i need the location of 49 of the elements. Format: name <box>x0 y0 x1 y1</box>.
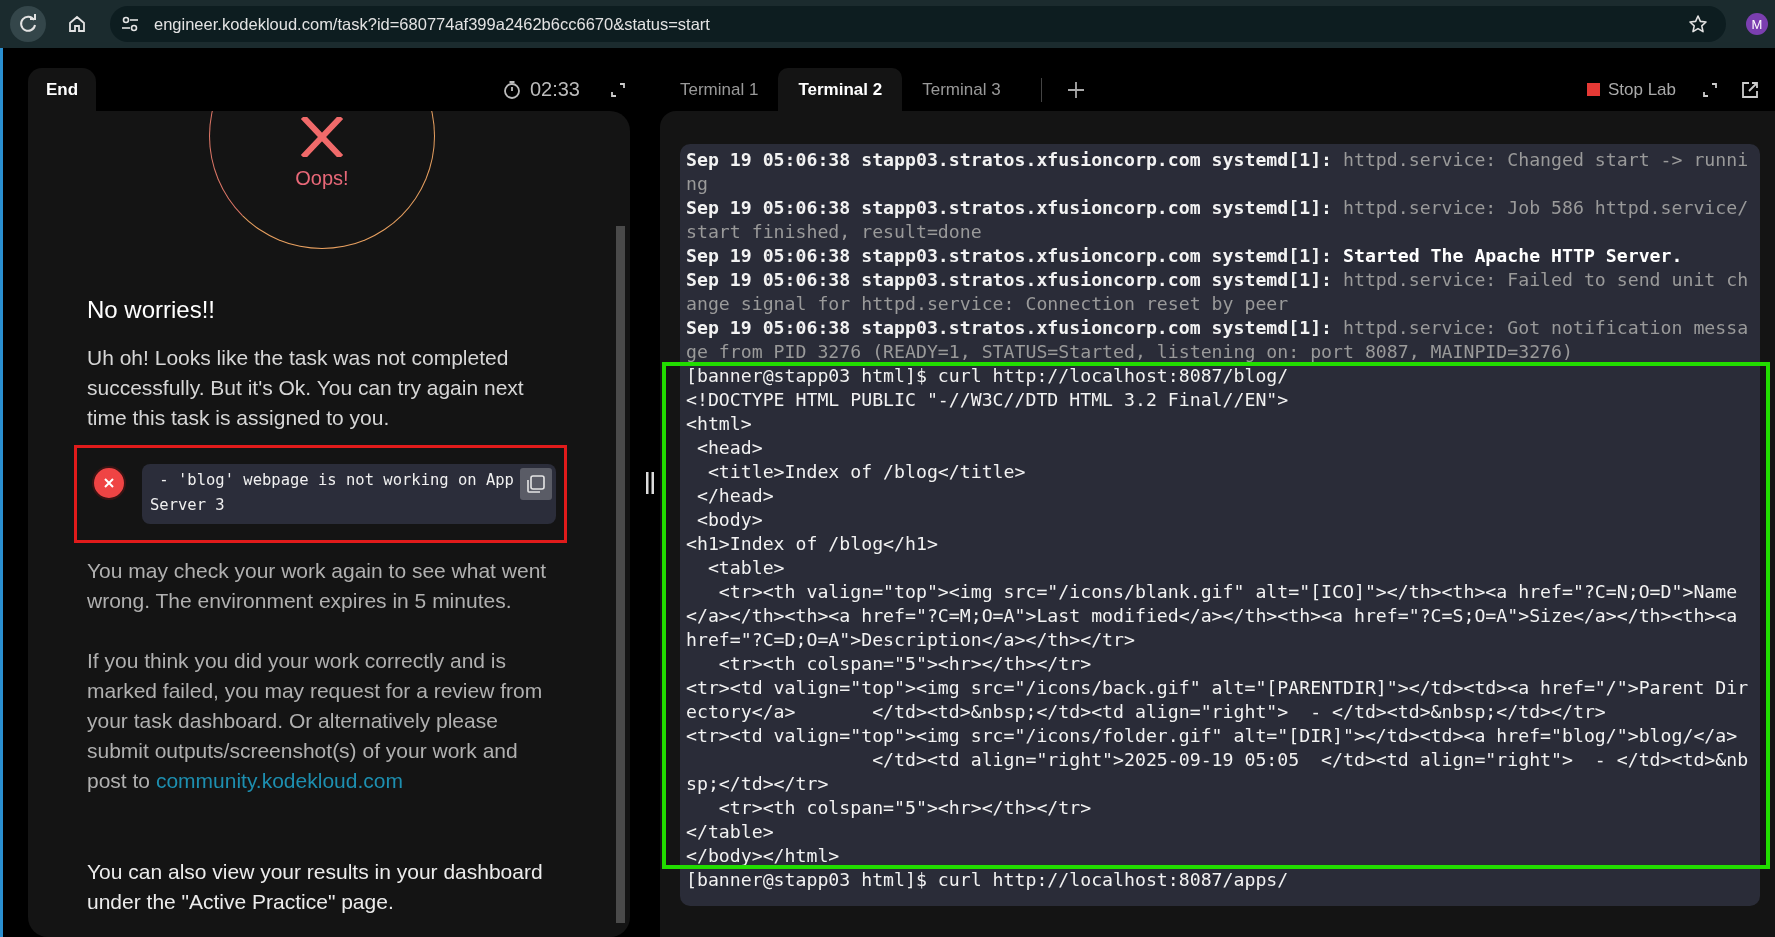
prompt-line: [banner@stapp03 html]$ curl http://localhost:8087/apps/ <box>686 868 1290 892</box>
output-line: <html> <box>686 412 753 436</box>
dashboard-note: You can also view your results in your dashboard under the "Active Practice" page. <box>87 859 544 915</box>
copy-icon[interactable] <box>520 468 552 500</box>
add-icon[interactable] <box>1066 80 1085 99</box>
log-line: Sep 19 05:06:38 stapp03.stratos.xfusioncorp.com systemd[1]: httpd.service: Got notification message from PID 3276 (READY=1, STATUS=Started, listening on: port 8087, MAINPID=3276) <box>686 316 1750 364</box>
stop-lab-button[interactable]: Stop Lab <box>1586 79 1676 100</box>
result-label: Oops! <box>295 167 349 190</box>
star-icon[interactable] <box>1688 14 1708 34</box>
output-line: [banner@stapp03 html]$ curl http://localhost:8087/blog/ <box>686 364 1290 388</box>
terminal-tab[interactable]: Terminal 3 <box>902 68 1021 111</box>
home-icon[interactable] <box>67 14 87 34</box>
log-line: Sep 19 05:06:38 stapp03.stratos.xfusioncorp.com systemd[1]: Started The Apache HTTP Server. <box>686 244 1684 268</box>
scrollbar-thumb[interactable] <box>616 226 625 923</box>
output-line: <tr><th colspan="5"><hr></th></tr> <box>717 796 1093 820</box>
review-note: If you think you did your work correctly and is marked failed, you may request for a review from your task dashboard. Or alternatively please submit outputs/screenshot(s) of your work and post to community.kodekloud.com <box>87 648 544 794</box>
external-link-icon[interactable] <box>1740 79 1760 100</box>
timer: 02:33 <box>529 78 580 101</box>
terminal-tab[interactable]: Terminal 2 <box>778 68 903 111</box>
output-line: <tr><td valign="top"><img src="/icons/back.gif" alt="[PARENTDIR]"></td><td><a href="/">Parent Directory</a> </td><td>&nbsp;</td><td align="right"> - </td><td>&nbsp;</td></tr> <box>686 676 1750 724</box>
output-line: <table> <box>706 556 786 580</box>
output-line: <title>Index of /blog</title> <box>706 460 1027 484</box>
output-line: <head> <box>695 436 764 460</box>
url-text: engineer.kodekloud.com/task?id=680774af399a2462b6cc6670&status=start <box>154 14 710 34</box>
result-message: Uh oh! Looks like the task was not completed successfully. But it's Ok. You can try again next time this task is assigned to you. <box>87 345 525 431</box>
expand-icon[interactable] <box>1702 81 1718 98</box>
community-link[interactable]: community.kodekloud.com <box>155 769 403 792</box>
output-line: </head> <box>695 484 775 508</box>
output-line: <h1>Index of /blog</h1> <box>686 532 939 556</box>
address-bar[interactable]: engineer.kodekloud.com/task?id=680774af399a2462b6cc6670&status=start <box>110 6 1726 42</box>
terminal-tab[interactable]: Terminal 1 <box>660 68 779 111</box>
stopwatch-icon <box>501 79 522 100</box>
profile-avatar[interactable]: M <box>1746 13 1768 35</box>
output-line: </table> <box>686 820 775 844</box>
output-line: <tr><th valign="top"><img src="/icons/blank.gif" alt="[ICO]"></th><th><a href="?C=N;O=D">Name</a></th><th><a href="?C=M;O=A">Last modified</a></th><th><a href="?C=S;O=A">Size</a></th><th><a href="?C=D;O=A">Description</a></th></tr> <box>686 580 1739 652</box>
output-line: <tr><td valign="top"><img src="/icons/folder.gif" alt="[DIR]"></td><td><a href="blog/">blog/</a> </td><td align="right">2025-09-19 05:05 </td><td align="right"> - </td><td>&nbsp;</td></tr> <box>686 724 1750 796</box>
check-text: - 'blog' webpage is not working on App Server 3 <box>150 470 515 516</box>
expand-icon[interactable] <box>610 81 626 98</box>
log-line: Sep 19 05:06:38 stapp03.stratos.xfusioncorp.com systemd[1]: httpd.service: Job 586 httpd.service/start finished, result=done <box>686 196 1750 244</box>
info-text: You may check your work again to see what went wrong. The environment expires in 5 minutes. <box>87 558 548 614</box>
result-heading: No worries!! <box>87 295 217 325</box>
output-line: <!DOCTYPE HTML PUBLIC "-//W3C//DTD HTML 3.2 Final//EN"> <box>686 388 1290 412</box>
output-line: <body> <box>695 508 764 532</box>
output-line: </body></html> <box>686 844 841 868</box>
panel-tab[interactable]: End <box>28 68 97 111</box>
site-settings-icon[interactable] <box>120 14 140 34</box>
reload-icon[interactable] <box>10 6 46 42</box>
drag-handle-icon[interactable] <box>645 471 655 494</box>
output-line: <tr><th colspan="5"><hr></th></tr> <box>717 652 1093 676</box>
